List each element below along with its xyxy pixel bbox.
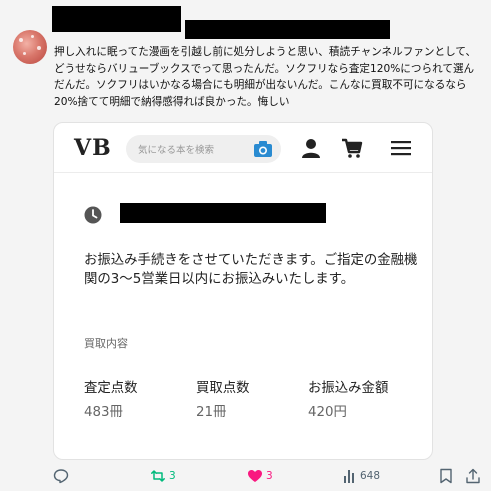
share-icon <box>466 468 480 484</box>
card-header: VB 気になる本を検索 <box>54 123 432 173</box>
stat-label: 査定点数 <box>84 381 138 396</box>
repost-count: 3 <box>169 470 176 482</box>
redacted-name-bar <box>52 6 181 32</box>
stat-purchased: 買取点数 21冊 <box>196 376 250 420</box>
views-icon <box>344 470 354 483</box>
bookmark-icon <box>440 468 452 484</box>
bookmark-button[interactable] <box>439 466 453 486</box>
views-button[interactable]: 648 <box>343 466 380 486</box>
transfer-message: お振込み手続きをさせていただきます。ご指定の金融機関の3〜5営業日以内にお振込み… <box>84 253 418 287</box>
repost-icon <box>151 470 165 482</box>
like-count: 3 <box>266 470 273 482</box>
stat-value: 21冊 <box>196 405 227 420</box>
menu-icon[interactable] <box>390 137 412 159</box>
stat-label: お振込み金額 <box>308 381 389 396</box>
redacted-date-bar <box>120 203 326 223</box>
vb-logo[interactable]: VB <box>74 135 112 161</box>
search-bar[interactable]: 気になる本を検索 <box>126 135 281 163</box>
views-count: 648 <box>360 470 381 482</box>
heart-icon <box>248 470 262 482</box>
reply-button[interactable] <box>53 466 69 486</box>
redacted-handle-bar <box>185 20 390 39</box>
tweet-text: 押し入れに眠ってた漫画を引越し前に処分しようと思い、積読チャンネルファンとして、… <box>54 46 477 108</box>
stat-value: 420円 <box>308 405 347 420</box>
repost-button[interactable]: 3 <box>150 466 176 486</box>
stat-label: 買取点数 <box>196 381 250 396</box>
clock-icon <box>84 206 102 224</box>
cart-icon[interactable] <box>341 137 363 159</box>
like-button[interactable]: 3 <box>247 466 273 486</box>
share-button[interactable] <box>465 466 481 486</box>
camera-icon[interactable] <box>253 140 273 158</box>
embedded-screenshot-card: VB 気になる本を検索 お振込み手続きをさせていただきます。ご指定の金融機関の3… <box>53 122 433 460</box>
section-label: 買取内容 <box>84 337 128 350</box>
stat-transfer-amount: お振込み金額 420円 <box>308 376 388 420</box>
search-placeholder: 気になる本を検索 <box>138 145 215 156</box>
avatar[interactable] <box>13 30 47 64</box>
stat-assessed: 査定点数 483冊 <box>84 376 138 420</box>
stat-value: 483冊 <box>84 405 123 420</box>
user-icon[interactable] <box>300 137 322 159</box>
reply-icon <box>53 469 69 484</box>
